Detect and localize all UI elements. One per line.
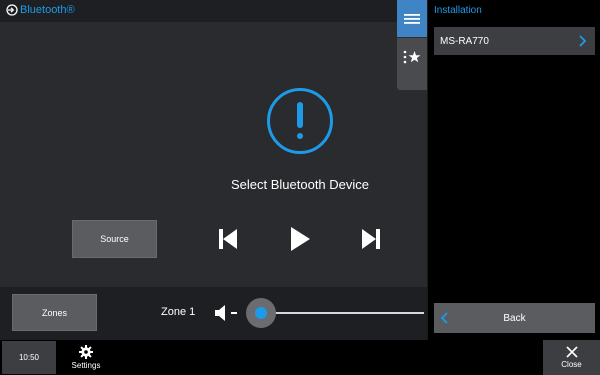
zones-button[interactable]: Zones	[12, 294, 97, 331]
close-icon	[565, 346, 578, 358]
back-button[interactable]: Back	[434, 303, 595, 333]
chevron-right-icon	[579, 35, 587, 47]
source-input-icon	[6, 4, 18, 16]
close-label: Close	[561, 360, 582, 369]
previous-track-icon[interactable]	[216, 226, 240, 252]
play-icon[interactable]	[288, 226, 312, 252]
volume-slider-track[interactable]	[260, 312, 424, 314]
settings-button[interactable]: Settings	[66, 341, 106, 374]
volume-slider-handle[interactable]	[255, 307, 267, 319]
chevron-left-icon	[440, 312, 448, 324]
main-area: Bluetooth® Select Bluetooth Device Sourc…	[0, 0, 427, 340]
status-message: Select Bluetooth Device	[230, 177, 370, 192]
page-title-text: Bluetooth®	[20, 4, 75, 16]
list-item-label: MS-RA770	[440, 35, 489, 47]
page-title: Bluetooth®	[6, 4, 75, 16]
clock: 10:50	[2, 341, 56, 374]
gear-icon	[79, 345, 93, 359]
installation-panel: Installation MS-RA770 Back	[427, 0, 600, 340]
side-tabs	[397, 0, 427, 90]
favorites-list-icon[interactable]	[397, 38, 427, 76]
zone-name: Zone 1	[161, 306, 196, 318]
next-track-icon[interactable]	[359, 226, 383, 252]
top-bar: Bluetooth®	[0, 0, 397, 22]
hamburger-menu-icon[interactable]	[397, 0, 427, 38]
back-button-label: Back	[503, 312, 526, 324]
close-button[interactable]: Close	[543, 340, 600, 375]
panel-title: Installation	[434, 5, 482, 16]
settings-label: Settings	[71, 361, 101, 370]
exclamation-alert-icon	[267, 88, 333, 154]
list-item-device[interactable]: MS-RA770	[434, 27, 595, 55]
speaker-mute-icon[interactable]	[214, 304, 240, 322]
source-button[interactable]: Source	[72, 220, 157, 258]
